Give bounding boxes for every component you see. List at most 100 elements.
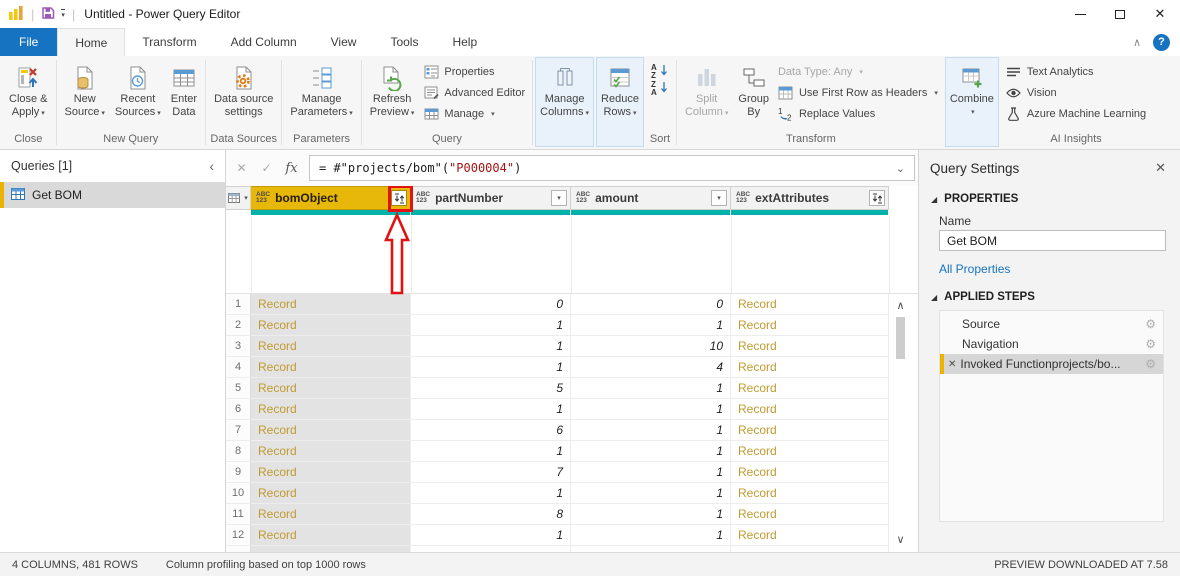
cell-amount[interactable]: 1 [571,462,731,483]
group-by-button[interactable]: Group By [734,58,773,131]
cell-partNumber[interactable]: 7 [411,462,571,483]
quick-access-dropdown-icon[interactable]: ▾ [61,9,65,19]
cell-partNumber[interactable]: 1 [411,483,571,504]
vertical-scrollbar[interactable]: ∧ ∨ [892,298,909,548]
row-number[interactable]: 10 [226,483,251,504]
applied-step[interactable]: Source⚙ [940,314,1163,334]
applied-step[interactable]: ✕Invoked Functionprojects/bo...⚙ [940,354,1163,374]
row-number[interactable]: 5 [226,378,251,399]
tab-view[interactable]: View [314,28,374,56]
text-analytics-button[interactable]: Text Analytics [1003,61,1149,82]
cell-extAttributes[interactable]: Record [731,294,889,315]
formula-input[interactable]: = #"projects/bom"("P000004") ⌄ [309,155,915,181]
cell-partNumber[interactable]: 1 [411,315,571,336]
sort-descending-button[interactable]: ZA [648,78,672,95]
cell-extAttributes[interactable]: Record [731,525,889,546]
row-number[interactable]: 8 [226,441,251,462]
cell-amount[interactable]: 1 [571,441,731,462]
tab-home[interactable]: Home [57,28,125,56]
combine-button[interactable]: Combine ▾ [946,58,998,146]
applied-steps-section-header[interactable]: ◢ APPLIED STEPS [931,291,1166,303]
recent-sources-button[interactable]: Recent Sources▾ [111,58,165,131]
cell-amount[interactable]: 1 [571,525,731,546]
row-number[interactable]: 11 [226,504,251,525]
sort-ascending-button[interactable]: AZ [648,61,672,78]
cell-partNumber[interactable]: 1 [411,399,571,420]
data-source-settings-button[interactable]: Data source settings [210,58,277,131]
cell-amount[interactable]: 1 [571,315,731,336]
new-source-button[interactable]: New Source▾ [61,58,109,131]
advanced-editor-button[interactable]: Advanced Editor [420,82,528,103]
close-button[interactable]: ✕ [1140,0,1180,28]
row-number[interactable]: 9 [226,462,251,483]
cell-extAttributes[interactable]: Record [731,441,889,462]
vision-button[interactable]: Vision [1003,82,1149,103]
filter-dropdown-icon[interactable]: ▾ [711,190,727,206]
gear-icon[interactable]: ⚙ [1145,337,1156,351]
cell-partNumber[interactable]: 1 [411,336,571,357]
use-first-row-as-headers-button[interactable]: Use First Row as Headers ▾ [775,82,941,103]
enter-data-button[interactable]: Enter Data [167,58,201,131]
properties-button[interactable]: Properties [420,61,528,82]
query-name-input[interactable]: Get BOM [939,230,1166,251]
tab-tools[interactable]: Tools [373,28,435,56]
cell-partNumber[interactable]: 1 [411,441,571,462]
cell-partNumber[interactable]: 1 [411,525,571,546]
cell-extAttributes[interactable]: Record [731,357,889,378]
close-panel-icon[interactable]: ✕ [1155,160,1166,176]
maximize-button[interactable] [1100,0,1140,28]
formula-accept-icon[interactable]: ✓ [254,161,279,175]
tab-add-column[interactable]: Add Column [214,28,314,56]
manage-parameters-button[interactable]: Manage Parameters▾ [286,58,356,131]
scroll-down-icon[interactable]: ∨ [896,532,904,548]
collapse-panel-icon[interactable]: ‹ [209,158,214,174]
row-number[interactable]: 12 [226,525,251,546]
applied-step[interactable]: Navigation⚙ [940,334,1163,354]
cell-extAttributes[interactable]: Record [731,378,889,399]
manage-button[interactable]: Manage ▾ [420,103,528,124]
cell-extAttributes[interactable]: Record [731,420,889,441]
row-number[interactable]: 1 [226,294,251,315]
cell-amount[interactable]: 1 [571,483,731,504]
azure-machine-learning-button[interactable]: Azure Machine Learning [1003,103,1149,124]
replace-values-button[interactable]: 12 Replace Values [775,103,941,124]
all-properties-link[interactable]: All Properties [939,262,1166,276]
gear-icon[interactable]: ⚙ [1145,317,1156,331]
tab-transform[interactable]: Transform [125,28,213,56]
cell-bomObject[interactable]: Record [251,336,411,357]
cell-partNumber[interactable]: 0 [411,294,571,315]
cell-amount[interactable]: 1 [571,420,731,441]
cell-bomObject[interactable]: Record [251,315,411,336]
gear-icon[interactable]: ⚙ [1145,357,1156,371]
refresh-preview-button[interactable]: Refresh Preview▾ [366,58,419,131]
split-column-button[interactable]: Split Column▾ [681,58,732,131]
cell-bomObject[interactable]: Record [251,378,411,399]
cell-amount[interactable]: 1 [571,399,731,420]
cell-amount[interactable]: 0 [571,294,731,315]
scroll-up-icon[interactable]: ∧ [896,298,904,314]
select-all-corner-button[interactable]: ▾ [226,186,251,210]
cell-partNumber[interactable]: 1 [411,357,571,378]
tab-help[interactable]: Help [435,28,494,56]
minimize-button[interactable] [1060,0,1100,28]
row-number[interactable]: 2 [226,315,251,336]
profiling-status[interactable]: Column profiling based on top 1000 rows [166,559,366,571]
expand-column-icon[interactable] [869,190,885,206]
formula-cancel-icon[interactable]: ✕ [229,161,254,175]
save-icon[interactable] [41,6,55,23]
cell-extAttributes[interactable]: Record [731,399,889,420]
column-header-extAttributes[interactable]: ABC123extAttributes [731,186,889,210]
row-number[interactable]: 7 [226,420,251,441]
cell-partNumber[interactable]: 5 [411,378,571,399]
cell-amount[interactable]: 4 [571,357,731,378]
row-number[interactable]: 3 [226,336,251,357]
close-and-apply-button[interactable]: Close & Apply▾ [5,58,52,131]
cell-bomObject[interactable]: Record [251,357,411,378]
cell-bomObject[interactable]: Record [251,420,411,441]
cell-extAttributes[interactable]: Record [731,504,889,525]
help-button[interactable]: ? [1153,34,1170,51]
cell-extAttributes[interactable]: Record [731,315,889,336]
row-number[interactable]: 4 [226,357,251,378]
cell-extAttributes[interactable]: Record [731,462,889,483]
cell-bomObject[interactable]: Record [251,441,411,462]
